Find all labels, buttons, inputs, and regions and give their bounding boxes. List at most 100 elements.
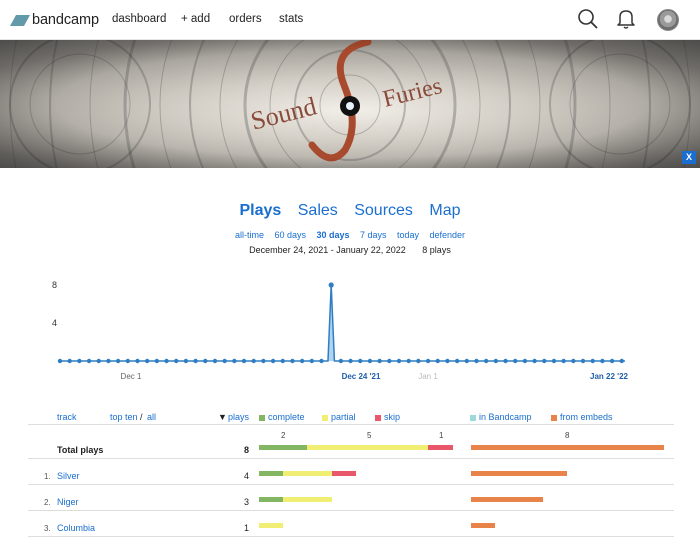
header-divider <box>28 424 674 425</box>
track-link-columbia[interactable]: Columbia <box>57 523 95 533</box>
y-tick-label: 4 <box>52 318 57 328</box>
nav-link-dashboard[interactable]: dashboard <box>112 13 166 25</box>
chart-point <box>503 358 508 364</box>
chart-point <box>561 358 566 364</box>
x-tick-label: Dec 24 '21 <box>342 372 381 381</box>
avatar[interactable] <box>657 9 679 31</box>
chart-point <box>367 358 373 364</box>
range-tabs: all-time 60 days 30 days 7 days today de… <box>0 225 700 243</box>
chart-point <box>203 358 208 364</box>
row-complete-bar <box>259 497 284 502</box>
range-today[interactable]: today <box>397 230 419 240</box>
row-embeds-bar <box>471 497 544 502</box>
range-all-time[interactable]: all-time <box>235 230 264 240</box>
sort-desc-icon: ▼ <box>218 412 227 422</box>
header-in-bandcamp[interactable]: in Bandcamp <box>470 412 532 422</box>
range-defender[interactable]: defender <box>429 230 465 240</box>
nav-link-orders[interactable]: orders <box>229 13 262 25</box>
chart-point <box>212 358 218 364</box>
header-skip-label: skip <box>384 412 401 422</box>
chart-point <box>483 358 489 364</box>
chart-point <box>251 358 256 364</box>
header-complete-label: complete <box>268 412 305 422</box>
row-divider <box>28 458 674 459</box>
chart-point <box>86 358 92 364</box>
header-partial-label: partial <box>331 412 356 422</box>
tab-plays[interactable]: Plays <box>239 202 281 220</box>
banner-close-button[interactable]: X <box>682 151 696 164</box>
header-from-embeds[interactable]: from embeds <box>551 412 613 422</box>
header-skip[interactable]: skip <box>375 412 400 422</box>
chart-point <box>532 358 537 364</box>
row-partial-bar <box>283 497 332 502</box>
track-link-niger[interactable]: Niger <box>57 497 79 507</box>
chart-point <box>290 358 295 364</box>
chart-point <box>551 358 557 364</box>
header-complete[interactable]: complete <box>259 412 305 422</box>
range-7-days[interactable]: 7 days <box>360 230 387 240</box>
chart-point <box>338 358 344 364</box>
chart-point <box>77 358 82 364</box>
chart-point <box>183 358 189 364</box>
chart-point <box>232 358 237 364</box>
row-skip-bar <box>331 471 356 476</box>
partial-swatch <box>322 414 328 421</box>
nav-link-add[interactable]: + add <box>181 13 210 25</box>
row-embeds-bar <box>471 471 568 476</box>
search-icon[interactable] <box>577 8 599 30</box>
chart-point <box>309 358 315 364</box>
row-embeds-bar <box>471 523 496 528</box>
tab-sales[interactable]: Sales <box>298 202 338 220</box>
chart-point <box>396 358 402 364</box>
summary-skip-count: 1 <box>439 431 444 440</box>
chart-point <box>241 358 247 364</box>
chart-point <box>222 358 227 364</box>
chart-point <box>96 358 101 364</box>
row-rank: 1. <box>44 472 51 481</box>
chart-point <box>270 358 276 364</box>
chart-point <box>348 358 353 364</box>
chart-point <box>571 358 576 364</box>
chart-point <box>454 358 460 364</box>
row-divider <box>28 510 674 511</box>
header-in-bandcamp-label: in Bandcamp <box>479 412 532 422</box>
chart-point <box>580 358 586 364</box>
chart-point <box>425 358 431 364</box>
chart-point <box>261 358 266 364</box>
header-track[interactable]: track <box>57 412 77 422</box>
bell-icon[interactable] <box>616 8 636 30</box>
top-nav: bandcamp dashboard + add orders stats <box>0 0 700 40</box>
total-skip-bar <box>428 445 453 450</box>
summary-embeds-count: 8 <box>565 431 570 440</box>
row-partial-bar <box>283 471 332 476</box>
chart-point <box>493 358 499 364</box>
bandcamp-logo[interactable]: bandcamp <box>10 12 99 28</box>
header-partial[interactable]: partial <box>322 412 356 422</box>
chart-line <box>60 284 625 362</box>
row-rank: 2. <box>44 498 51 507</box>
chart-area <box>60 285 625 361</box>
x-tick-label: Jan 22 '22 <box>590 372 628 381</box>
logo-text: bandcamp <box>32 12 99 28</box>
header-top-ten[interactable]: top ten <box>110 412 138 422</box>
tab-map[interactable]: Map <box>429 202 460 220</box>
header-plays[interactable]: plays <box>228 412 249 422</box>
chart-point <box>609 358 615 364</box>
chart-point <box>57 358 63 364</box>
header-all[interactable]: all <box>147 412 156 422</box>
in-bandcamp-swatch <box>470 414 476 421</box>
range-30-days[interactable]: 30 days <box>316 230 349 240</box>
chart-point <box>193 358 198 364</box>
track-link-silver[interactable]: Silver <box>57 471 80 481</box>
chart-point <box>600 358 605 364</box>
chart-point <box>328 282 334 288</box>
plays-count: 8 plays <box>422 245 451 255</box>
chart-point <box>542 358 547 364</box>
range-60-days[interactable]: 60 days <box>275 230 307 240</box>
skip-swatch <box>375 414 381 421</box>
date-range: December 24, 2021 - January 22, 2022 <box>249 245 406 255</box>
chart-point <box>125 358 130 364</box>
x-tick-label: Dec 1 <box>121 372 142 381</box>
nav-link-stats[interactable]: stats <box>279 13 303 25</box>
tab-sources[interactable]: Sources <box>354 202 413 220</box>
